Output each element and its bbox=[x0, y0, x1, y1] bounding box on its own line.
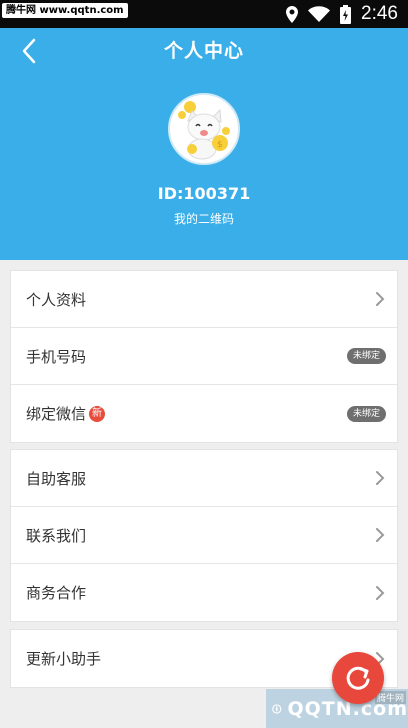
battery-icon bbox=[340, 4, 352, 24]
row-label: 个人资料 bbox=[26, 290, 87, 309]
menu-group-account: 个人资料 手机号码 未绑定 绑定微信 新 未绑定 bbox=[10, 270, 398, 443]
watermark-top: 腾牛网 www.qqtn.com bbox=[2, 3, 128, 18]
row-contact-us[interactable]: 联系我们 bbox=[11, 507, 397, 564]
wifi-icon bbox=[308, 5, 331, 23]
row-phone-number[interactable]: 手机号码 未绑定 bbox=[11, 328, 397, 385]
svg-text:$: $ bbox=[217, 140, 223, 150]
chevron-right-icon bbox=[376, 292, 385, 306]
my-qr-code-link[interactable]: 我的二维码 bbox=[0, 210, 408, 227]
chevron-right-icon bbox=[376, 528, 385, 542]
avatar[interactable]: $ bbox=[168, 93, 240, 165]
refresh-icon bbox=[346, 666, 370, 690]
row-label: 更新小助手 bbox=[26, 650, 102, 668]
user-id: ID:100371 bbox=[157, 184, 251, 203]
row-business-cooperation[interactable]: 商务合作 bbox=[11, 564, 397, 621]
unbound-badge: 未绑定 bbox=[346, 348, 386, 364]
floating-refresh-button[interactable] bbox=[332, 652, 384, 704]
navbar: 个人中心 bbox=[0, 28, 408, 74]
row-label: 商务合作 bbox=[26, 584, 87, 602]
row-label: 手机号码 bbox=[26, 347, 87, 366]
row-label: 联系我们 bbox=[26, 526, 87, 545]
row-label: 自助客服 bbox=[26, 469, 87, 488]
new-badge: 新 bbox=[89, 405, 106, 422]
lucky-cat-avatar-icon: $ bbox=[170, 95, 238, 163]
menu-group-support: 自助客服 联系我们 商务合作 bbox=[10, 449, 398, 622]
status-bar: 腾牛网 www.qqtn.com 2:46 bbox=[0, 0, 408, 28]
qqtn-logo-icon bbox=[272, 703, 282, 714]
row-label: 绑定微信 bbox=[26, 405, 87, 423]
row-bind-wechat[interactable]: 绑定微信 新 未绑定 bbox=[11, 385, 397, 442]
row-self-service[interactable]: 自助客服 bbox=[11, 450, 397, 507]
profile-header: 个人中心 $ ID:100371 我的二维码 bbox=[0, 28, 408, 260]
page-title: 个人中心 bbox=[163, 40, 244, 62]
watermark-bottom: QQTN.com 腾牛网 bbox=[266, 689, 408, 728]
location-icon bbox=[286, 5, 299, 23]
watermark-site: 腾牛网 bbox=[374, 691, 406, 704]
row-profile[interactable]: 个人资料 bbox=[11, 271, 397, 328]
unbound-badge: 未绑定 bbox=[346, 405, 386, 422]
chevron-right-icon bbox=[376, 585, 385, 600]
status-time: 2:46 bbox=[361, 3, 398, 24]
chevron-right-icon bbox=[376, 471, 385, 485]
